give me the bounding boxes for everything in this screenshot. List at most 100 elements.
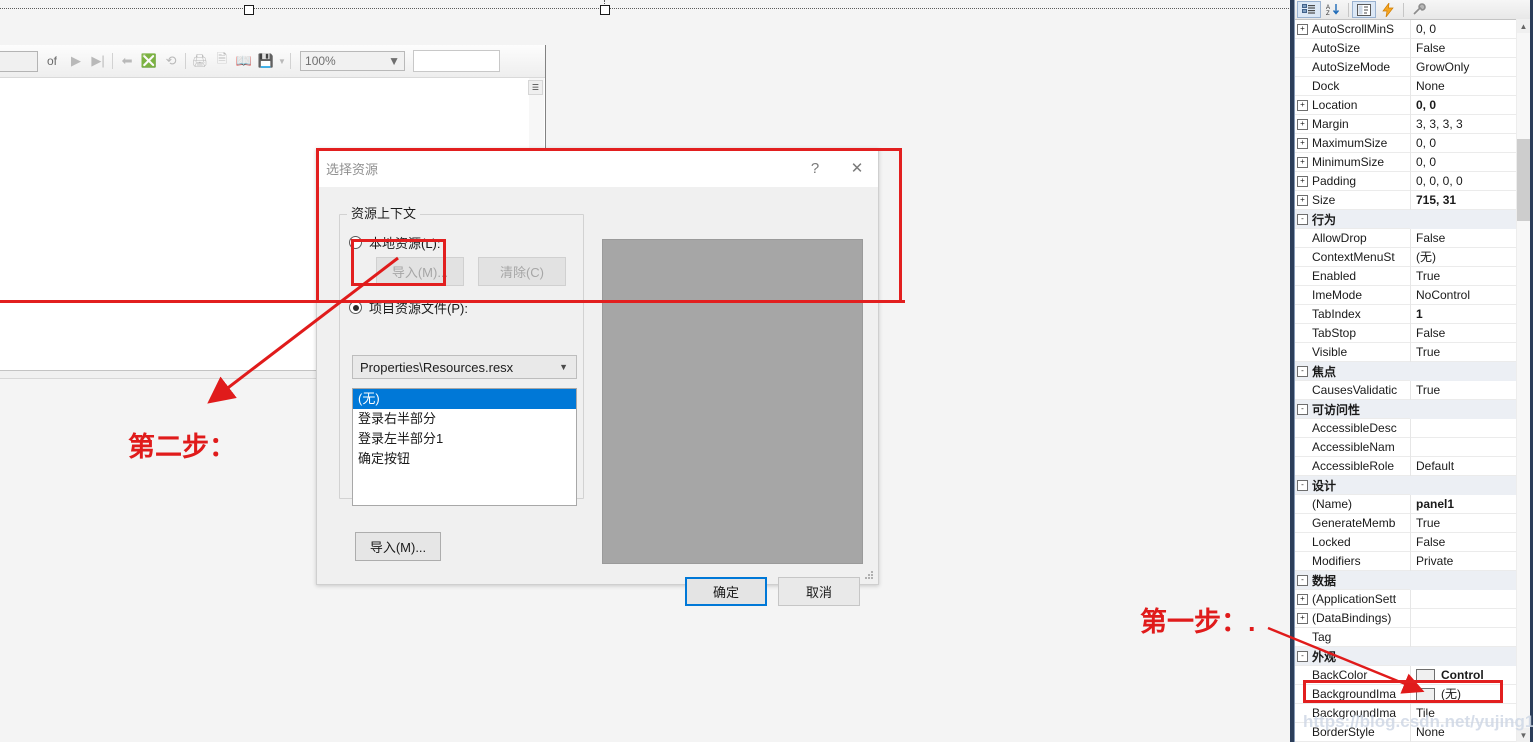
property-value[interactable] (1410, 646, 1530, 666)
selection-handle-top-center[interactable] (244, 5, 254, 15)
property-value[interactable] (1410, 589, 1530, 609)
cancel-button[interactable]: 取消 (778, 577, 860, 606)
property-row[interactable]: ContextMenuSt (无) (1295, 247, 1530, 267)
property-value[interactable]: panel1 (1410, 494, 1530, 514)
property-row[interactable]: Tag (1295, 627, 1530, 647)
scroll-up-icon[interactable]: ▲ (1517, 19, 1530, 33)
refresh-icon[interactable]: ⟲ (160, 50, 182, 72)
property-row[interactable]: + Location 0, 0 (1295, 95, 1530, 115)
stop-icon[interactable]: ❎ (138, 50, 160, 72)
list-item[interactable]: 确定按钮 (353, 449, 576, 469)
property-value[interactable]: None (1410, 76, 1530, 96)
resize-grip[interactable] (864, 571, 874, 581)
alphabetical-icon[interactable]: AZ (1321, 1, 1345, 18)
expand-icon[interactable]: + (1295, 153, 1310, 172)
property-row[interactable]: Modifiers Private (1295, 551, 1530, 571)
property-row[interactable]: (Name) panel1 (1295, 494, 1530, 514)
property-row[interactable]: AllowDrop False (1295, 228, 1530, 248)
properties-panel[interactable]: AZ + AutoScrollMinS 0, 0 AutoSize False AutoS… (1294, 0, 1530, 742)
property-value[interactable] (1410, 475, 1530, 495)
property-value[interactable]: True (1410, 342, 1530, 362)
property-row[interactable]: Enabled True (1295, 266, 1530, 286)
property-category-row[interactable]: - 数据 (1295, 570, 1530, 590)
last-page-icon[interactable]: ▶| (87, 50, 109, 72)
property-value[interactable]: Default (1410, 456, 1530, 476)
categorized-icon[interactable] (1297, 1, 1321, 18)
property-category-row[interactable]: - 行为 (1295, 209, 1530, 229)
export-icon[interactable]: 💾 (255, 50, 277, 72)
expand-icon[interactable]: + (1295, 590, 1310, 609)
properties-toolbar[interactable]: AZ (1295, 0, 1530, 20)
page-number-input[interactable] (0, 50, 38, 72)
next-page-icon[interactable]: ▶ (65, 50, 87, 72)
property-row[interactable]: AutoSize False (1295, 38, 1530, 58)
back-icon[interactable]: ⬅ (116, 50, 138, 72)
property-category-row[interactable]: - 设计 (1295, 475, 1530, 495)
property-value[interactable]: 0, 0, 0, 0 (1410, 171, 1530, 191)
property-value[interactable]: False (1410, 228, 1530, 248)
property-row[interactable]: + Margin 3, 3, 3, 3 (1295, 114, 1530, 134)
property-row[interactable]: + (ApplicationSett (1295, 589, 1530, 609)
property-pages-icon[interactable] (1407, 1, 1431, 18)
property-value[interactable] (1410, 570, 1530, 590)
property-row[interactable]: GenerateMemb True (1295, 513, 1530, 533)
property-row[interactable]: + MinimumSize 0, 0 (1295, 152, 1530, 172)
property-value[interactable]: True (1410, 513, 1530, 533)
property-row[interactable]: AccessibleNam (1295, 437, 1530, 457)
property-value[interactable]: True (1410, 380, 1530, 400)
expand-icon[interactable]: + (1295, 191, 1310, 210)
resource-list[interactable]: (无) 登录右半部分 登录左半部分1 确定按钮 (352, 388, 577, 506)
property-category-row[interactable]: - 焦点 (1295, 361, 1530, 381)
property-value[interactable]: (无) (1410, 247, 1530, 267)
property-row[interactable]: AutoSizeMode GrowOnly (1295, 57, 1530, 77)
property-value[interactable]: 0, 0 (1410, 152, 1530, 172)
property-row[interactable]: Dock None (1295, 76, 1530, 96)
list-item[interactable]: (无) (353, 389, 576, 409)
collapse-icon[interactable]: - (1295, 400, 1310, 419)
property-row[interactable]: Locked False (1295, 532, 1530, 552)
expand-icon[interactable]: + (1295, 134, 1310, 153)
property-row[interactable]: ImeMode NoControl (1295, 285, 1530, 305)
property-value[interactable] (1410, 399, 1530, 419)
property-value[interactable]: False (1410, 38, 1530, 58)
collapse-icon[interactable]: - (1295, 210, 1310, 229)
property-value[interactable] (1410, 608, 1530, 628)
property-row[interactable]: AccessibleRole Default (1295, 456, 1530, 476)
property-row[interactable]: CausesValidatic True (1295, 380, 1530, 400)
list-item[interactable]: 登录左半部分1 (353, 429, 576, 449)
print-layout-icon[interactable]: 📖 (233, 50, 255, 72)
property-row[interactable]: + Padding 0, 0, 0, 0 (1295, 171, 1530, 191)
report-viewer-toolbar[interactable]: of ▶ ▶| ⬅ ❎ ⟲ 🖨 🗎 📖 💾 ▼ 100% ▼ (0, 45, 545, 78)
list-item[interactable]: 登录右半部分 (353, 409, 576, 429)
expand-icon[interactable]: + (1295, 609, 1310, 628)
expand-icon[interactable]: + (1295, 115, 1310, 134)
scroll-collapse-icon[interactable]: ☰ (528, 80, 543, 95)
search-input[interactable] (413, 50, 501, 72)
property-value[interactable]: False (1410, 323, 1530, 343)
property-value[interactable] (1410, 361, 1530, 381)
property-value[interactable]: 0, 0 (1410, 133, 1530, 153)
property-row[interactable]: Visible True (1295, 342, 1530, 362)
properties-scrollbar[interactable]: ▲ ▼ (1516, 19, 1530, 742)
property-category-row[interactable]: - 外观 (1295, 646, 1530, 666)
events-icon[interactable] (1376, 1, 1400, 18)
property-value[interactable] (1410, 418, 1530, 438)
collapse-icon[interactable]: - (1295, 647, 1310, 666)
ok-button[interactable]: 确定 (685, 577, 767, 606)
property-value[interactable]: True (1410, 266, 1530, 286)
resource-file-select[interactable]: Properties\Resources.resx ▼ (352, 355, 577, 379)
property-row[interactable]: TabIndex 1 (1295, 304, 1530, 324)
print-icon[interactable]: 🖨 (189, 50, 211, 72)
properties-icon[interactable] (1352, 1, 1376, 18)
property-value[interactable]: 0, 0 (1410, 19, 1530, 39)
property-value[interactable]: 0, 0 (1410, 95, 1530, 115)
property-value[interactable]: NoControl (1410, 285, 1530, 305)
property-row[interactable]: + MaximumSize 0, 0 (1295, 133, 1530, 153)
property-value[interactable] (1410, 627, 1530, 647)
property-row[interactable]: TabStop False (1295, 323, 1530, 343)
expand-icon[interactable]: + (1295, 96, 1310, 115)
property-row[interactable]: AccessibleDesc (1295, 418, 1530, 438)
property-row[interactable]: + Size 715, 31 (1295, 190, 1530, 210)
page-setup-icon[interactable]: 🗎 (211, 50, 233, 72)
expand-icon[interactable]: + (1295, 172, 1310, 191)
